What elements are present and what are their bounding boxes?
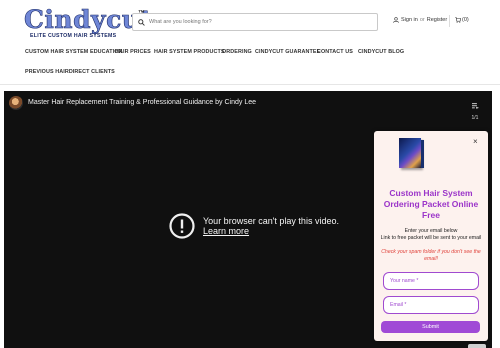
- popup-line-1: Enter your email below: [404, 228, 458, 234]
- popup-line-2: Link to free packet will be sent to your…: [380, 234, 482, 241]
- name-field[interactable]: Your name *: [383, 272, 479, 290]
- spam-warning: Check your spam folder if you don't see …: [381, 249, 481, 262]
- packet-cover-image: [399, 138, 421, 168]
- packet-cover-spine: [421, 140, 424, 168]
- cart-icon: [455, 17, 461, 23]
- search-input[interactable]: [149, 19, 349, 25]
- nav-item-ordering[interactable]: ORDERING: [222, 49, 252, 55]
- alert-icon: [169, 213, 195, 239]
- search-bar[interactable]: [132, 13, 378, 31]
- user-icon: [393, 17, 399, 23]
- scroll-to-top-tab[interactable]: [468, 344, 486, 348]
- search-icon: [138, 18, 145, 26]
- close-icon[interactable]: ×: [473, 137, 478, 146]
- logo-wordmark: Cindycut: [24, 5, 153, 34]
- cart-count: (0): [462, 17, 469, 23]
- nav-item-blog[interactable]: CINDYCUT BLOG: [358, 49, 404, 55]
- playlist-count: 1/1: [471, 115, 479, 121]
- channel-avatar[interactable]: [9, 96, 23, 110]
- site-logo[interactable]: Cindycut ™ ELITE CUSTOM HAIR SYSTEMS: [24, 5, 153, 39]
- video-title[interactable]: Master Hair Replacement Training & Profe…: [28, 99, 256, 106]
- nav-item-products[interactable]: HAIR SYSTEM PRODUCTS: [154, 49, 225, 55]
- cart-link[interactable]: (0): [455, 17, 469, 23]
- nav-item-education[interactable]: CUSTOM HAIR SYSTEM EDUCATION: [25, 49, 123, 55]
- popup-title: Custom Hair System Ordering Packet Onlin…: [383, 188, 479, 220]
- or-text: or: [419, 17, 425, 23]
- sign-in-link[interactable]: Sign in: [401, 17, 418, 23]
- email-field[interactable]: Email *: [383, 296, 479, 314]
- popup-instructions: Enter your email below Link to free pack…: [380, 228, 482, 241]
- register-link[interactable]: Register: [427, 17, 447, 23]
- error-message: Your browser can't play this video.: [203, 216, 339, 226]
- email-signup-popup: × Custom Hair System Ordering Packet Onl…: [374, 131, 488, 341]
- submit-button[interactable]: Submit: [381, 321, 480, 333]
- nav-item-hair-prices[interactable]: HAIR PRICES: [115, 49, 151, 55]
- playlist-button[interactable]: 1/1: [468, 96, 482, 121]
- nav-item-guarantee[interactable]: CINDYCUT GUARANTEE: [255, 49, 320, 55]
- account-links: Sign in or Register: [393, 17, 447, 23]
- nav-item-contact[interactable]: CONTACT US: [317, 49, 353, 55]
- header-divider: [449, 15, 450, 27]
- nav-item-hairdirect[interactable]: PREVIOUS HAIRDIRECT CLIENTS: [25, 69, 115, 75]
- learn-more-link[interactable]: Learn more: [203, 226, 339, 236]
- nav-divider: [0, 84, 500, 85]
- playlist-icon: [471, 103, 479, 109]
- video-error: Your browser can't play this video. Lear…: [169, 213, 339, 239]
